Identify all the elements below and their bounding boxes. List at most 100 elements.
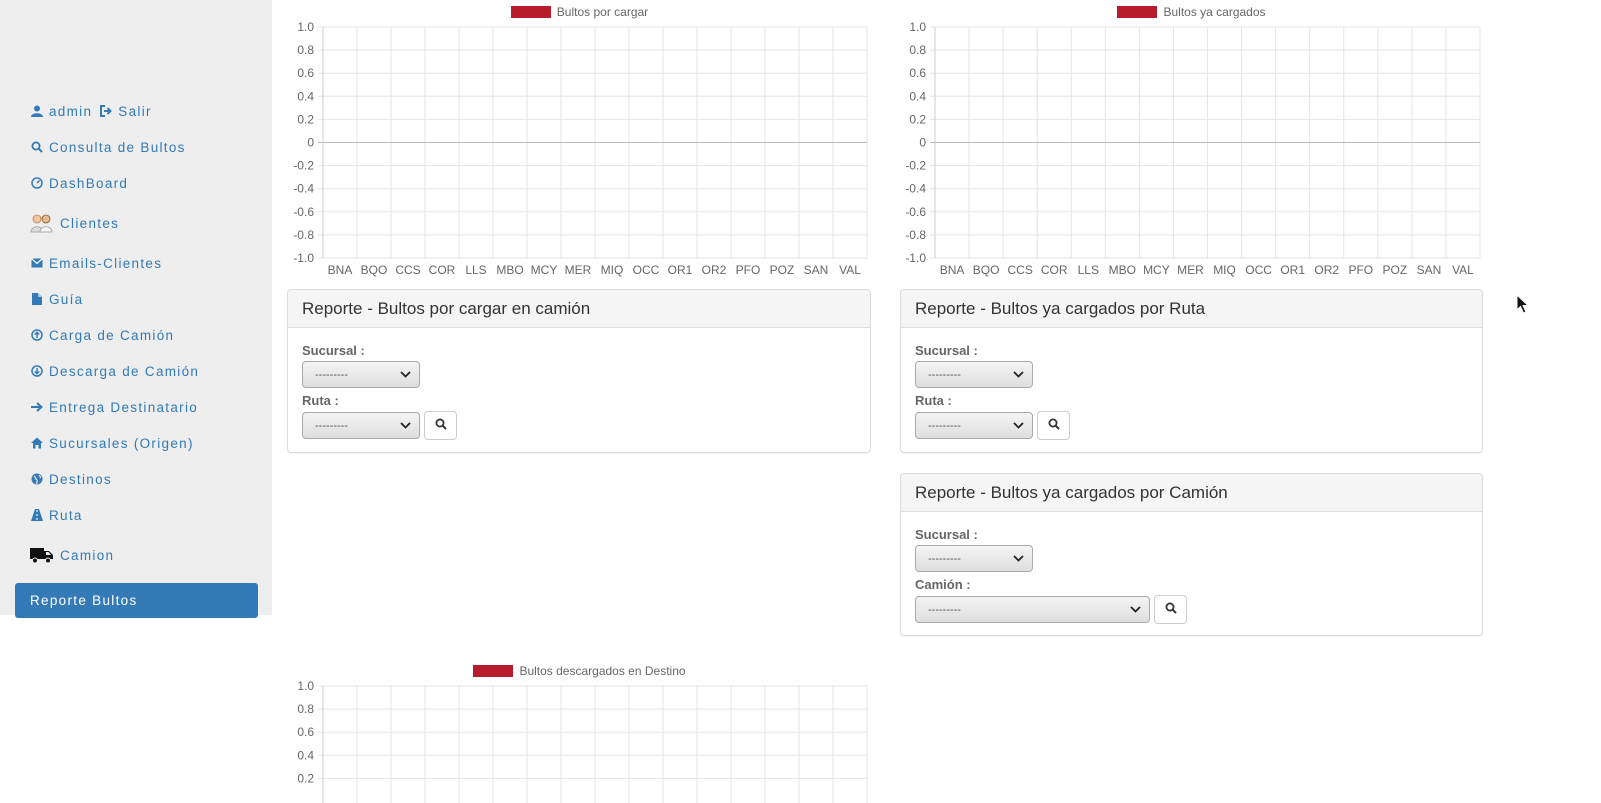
sucursal-label: Sucursal :	[302, 343, 365, 358]
y-tick-label: 0.2	[297, 112, 314, 126]
sidebar-item-label: Ruta	[49, 507, 83, 523]
sucursal-select[interactable]: ---------	[302, 361, 420, 388]
sidebar-item-label: DashBoard	[49, 175, 129, 191]
x-tick-label: BNA	[940, 263, 965, 277]
sidebar-item-carga-camion[interactable]: Carga de Camión	[15, 317, 258, 353]
logout-icon	[99, 105, 113, 118]
sidebar-item-label: Destinos	[49, 471, 112, 487]
select-value: ---------	[928, 419, 961, 432]
x-tick-label: BQO	[973, 263, 1000, 277]
sucursal-label: Sucursal :	[915, 527, 978, 542]
ruta-select[interactable]: ---------	[915, 412, 1033, 439]
chart-legend: Bultos ya cargados	[899, 0, 1484, 24]
user-link[interactable]: admin	[30, 104, 92, 119]
sidebar-item-ruta[interactable]: Ruta	[15, 497, 258, 533]
sidebar-item-reporte-bultos[interactable]: Reporte Bultos	[15, 583, 258, 618]
chevron-down-icon	[400, 371, 411, 378]
search-icon	[1165, 601, 1177, 619]
sidebar-item-label: Reporte Bultos	[30, 593, 138, 608]
sidebar-item-label: Emails-Clientes	[49, 255, 163, 271]
chart-legend: Bultos por cargar	[287, 0, 872, 24]
legend-label: Bultos por cargar	[556, 5, 649, 19]
panel-bultos-por-ruta: Reporte - Bultos ya cargados por Ruta Su…	[900, 289, 1483, 453]
globe-icon	[30, 473, 43, 486]
sidebar-item-emails-clientes[interactable]: Emails-Clientes	[15, 245, 258, 281]
x-tick-label: BQO	[361, 263, 388, 277]
x-tick-label: COR	[429, 263, 456, 277]
ruta-label: Ruta :	[302, 393, 339, 408]
x-tick-label: LLS	[465, 263, 486, 277]
panel-body: Sucursal : --------- Ruta : ---------	[288, 328, 870, 454]
camion-select[interactable]: ---------	[915, 596, 1150, 623]
sidebar-item-label: Sucursales (Origen)	[49, 435, 194, 451]
sidebar-item-label: Carga de Camión	[49, 327, 175, 343]
legend-swatch	[473, 665, 514, 677]
sucursal-select[interactable]: ---------	[915, 545, 1033, 572]
truck-icon	[30, 545, 54, 565]
ruta-row: ---------	[915, 411, 1468, 440]
logout-link[interactable]: Salir	[99, 104, 152, 119]
x-tick-label: POZ	[1383, 263, 1408, 277]
x-tick-label: CCS	[1007, 263, 1032, 277]
user-icon	[30, 105, 43, 118]
sidebar-item-camion[interactable]: Camion	[15, 533, 258, 577]
mouse-cursor-icon	[1516, 293, 1530, 319]
sidebar: admin Salir Consulta de Bultos DashBoard	[0, 0, 272, 618]
ruta-label: Ruta :	[915, 393, 952, 408]
sidebar-item-clientes[interactable]: Clientes	[15, 201, 258, 245]
search-button[interactable]	[424, 411, 457, 440]
x-tick-label: MIQ	[601, 263, 624, 277]
chevron-down-icon	[1013, 555, 1024, 562]
y-tick-label: 0	[307, 136, 314, 150]
y-tick-label: 0.4	[297, 748, 314, 762]
panel-body: Sucursal : --------- Camión : ---------	[901, 512, 1482, 638]
search-button[interactable]	[1037, 411, 1070, 440]
legend-swatch	[510, 6, 551, 18]
sidebar-item-destinos[interactable]: Destinos	[15, 461, 258, 497]
y-tick-label: 0.4	[909, 89, 926, 103]
sidebar-item-consulta-bultos[interactable]: Consulta de Bultos	[15, 129, 258, 165]
ruta-select[interactable]: ---------	[302, 412, 420, 439]
file-icon	[30, 293, 43, 306]
select-value: ---------	[928, 603, 961, 616]
upload-circle-icon	[30, 329, 43, 342]
chart-legend: Bultos descargados en Destino	[287, 659, 872, 683]
x-tick-label: POZ	[770, 263, 795, 277]
sidebar-item-entrega-destinatario[interactable]: Entrega Destinatario	[15, 389, 258, 425]
y-tick-label: 0.2	[297, 771, 314, 785]
x-tick-label: VAL	[839, 263, 861, 277]
select-value: ---------	[928, 552, 961, 565]
x-tick-label: VAL	[1452, 263, 1474, 277]
x-tick-label: MER	[565, 263, 592, 277]
sidebar-item-dashboard[interactable]: DashBoard	[15, 165, 258, 201]
legend-label: Bultos descargados en Destino	[519, 664, 686, 678]
search-icon	[1048, 417, 1060, 435]
chevron-down-icon	[400, 422, 411, 429]
x-tick-label: OR1	[668, 263, 693, 277]
sucursal-select[interactable]: ---------	[915, 361, 1033, 388]
y-tick-label: -0.4	[905, 182, 926, 196]
camion-label: Camión :	[915, 577, 971, 592]
y-tick-label: -0.6	[293, 205, 314, 219]
panel-body: Sucursal : --------- Ruta : ---------	[901, 328, 1482, 454]
y-tick-label: 0.8	[909, 43, 926, 57]
search-button[interactable]	[1154, 595, 1187, 624]
user-name: admin	[49, 103, 93, 119]
sidebar-item-label: Consulta de Bultos	[49, 139, 186, 155]
x-tick-label: OR1	[1280, 263, 1305, 277]
home-icon	[30, 437, 43, 450]
y-tick-label: 0	[919, 136, 926, 150]
sidebar-item-label: Clientes	[60, 215, 120, 231]
envelope-icon	[30, 257, 43, 270]
sidebar-item-descarga-camion[interactable]: Descarga de Camión	[15, 353, 258, 389]
x-tick-label: MIQ	[1213, 263, 1236, 277]
chevron-down-icon	[1130, 606, 1141, 613]
legend-swatch	[1117, 6, 1158, 18]
y-tick-label: 0.8	[297, 702, 314, 716]
chevron-down-icon	[1013, 422, 1024, 429]
sidebar-item-guia[interactable]: Guía	[15, 281, 258, 317]
search-icon	[30, 141, 43, 154]
x-tick-label: BNA	[328, 263, 353, 277]
logout-label: Salir	[118, 103, 152, 119]
sidebar-item-sucursales[interactable]: Sucursales (Origen)	[15, 425, 258, 461]
